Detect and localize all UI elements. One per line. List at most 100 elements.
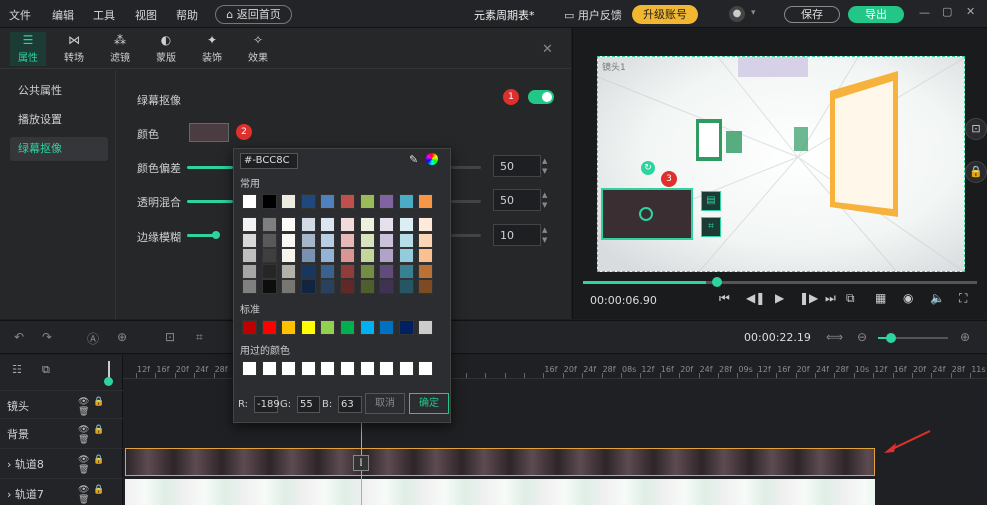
shade-color-swatch[interactable] [340, 232, 355, 248]
volume-icon[interactable]: 🔈 [930, 291, 945, 305]
hex-input[interactable]: #-BCC8C [240, 153, 298, 169]
menu-edit[interactable]: 编辑 [52, 7, 74, 23]
track-settings-icon[interactable]: ☷ [12, 363, 22, 376]
menu-view[interactable]: 视图 [135, 7, 157, 23]
zoom-in-icon[interactable]: ⊕ [960, 330, 970, 344]
common-color-swatch[interactable] [418, 194, 434, 209]
tab-transition[interactable]: ⋈ 转场 [56, 32, 92, 66]
standard-color-swatch[interactable] [418, 320, 434, 335]
shade-color-swatch[interactable] [418, 263, 434, 279]
color-wheel-icon[interactable] [426, 153, 438, 165]
shade-color-swatch[interactable] [281, 263, 297, 279]
shade-color-swatch[interactable] [418, 217, 434, 232]
shade-color-swatch[interactable] [281, 232, 297, 248]
menu-file[interactable]: 文件 [9, 7, 31, 23]
common-color-swatch[interactable] [242, 194, 257, 209]
blend-value[interactable]: 50 [493, 189, 541, 211]
rotate-icon[interactable]: ↻ [641, 161, 655, 175]
feedback-button[interactable]: ▭ 用户反馈 [564, 7, 622, 23]
recent-color-swatch[interactable] [418, 361, 434, 376]
edge-slider-knob[interactable] [212, 231, 220, 239]
expand-icon[interactable]: › [7, 488, 15, 501]
shade-color-swatch[interactable] [261, 232, 277, 248]
blend-slider[interactable] [187, 200, 233, 203]
shade-color-swatch[interactable] [320, 263, 336, 279]
menu-help[interactable]: 帮助 [176, 7, 198, 23]
common-color-swatch[interactable] [320, 194, 336, 209]
shade-color-swatch[interactable] [300, 232, 316, 248]
shade-color-swatch[interactable] [340, 217, 355, 232]
shade-color-swatch[interactable] [281, 248, 297, 263]
standard-color-swatch[interactable] [300, 320, 316, 335]
shade-color-swatch[interactable] [242, 263, 257, 279]
shade-color-swatch[interactable] [379, 279, 395, 294]
common-color-swatch[interactable] [379, 194, 395, 209]
common-color-swatch[interactable] [398, 194, 414, 209]
offset-value[interactable]: 50 [493, 155, 541, 177]
standard-color-swatch[interactable] [261, 320, 277, 335]
close-window-icon[interactable]: ✕ [966, 5, 975, 18]
shade-color-swatch[interactable] [398, 248, 414, 263]
shade-color-swatch[interactable] [359, 217, 375, 232]
shade-color-swatch[interactable] [300, 217, 316, 232]
minimize-icon[interactable]: — [919, 6, 930, 19]
recent-color-swatch[interactable] [340, 361, 355, 376]
fit-icon[interactable]: ⊡ [165, 330, 175, 344]
standard-color-swatch[interactable] [340, 320, 355, 335]
color-swatch[interactable] [189, 123, 229, 142]
recent-color-swatch[interactable] [261, 361, 277, 376]
edge-stepper[interactable]: ▲ ▼ [542, 225, 552, 245]
standard-color-swatch[interactable] [359, 320, 375, 335]
shade-color-swatch[interactable] [320, 217, 336, 232]
lock-icon[interactable]: 🔒 [965, 161, 987, 183]
export-button[interactable]: 导出 [848, 6, 904, 23]
add-track-icon[interactable]: ⧉ [42, 363, 50, 377]
shade-color-swatch[interactable] [398, 232, 414, 248]
close-icon[interactable]: ✕ [542, 42, 553, 57]
next-frame-icon[interactable]: ⏭ [825, 291, 836, 306]
shade-color-swatch[interactable] [359, 248, 375, 263]
shade-color-swatch[interactable] [340, 279, 355, 294]
scrubber-knob[interactable] [712, 277, 722, 287]
snapshot-icon[interactable]: ◉ [903, 291, 913, 305]
zoom-out-icon[interactable]: ⊖ [857, 330, 867, 344]
shade-color-swatch[interactable] [398, 263, 414, 279]
shade-color-swatch[interactable] [320, 232, 336, 248]
recent-color-swatch[interactable] [398, 361, 414, 376]
shade-color-swatch[interactable] [418, 248, 434, 263]
shade-color-swatch[interactable] [300, 263, 316, 279]
common-color-swatch[interactable] [261, 194, 277, 209]
shade-color-swatch[interactable] [379, 248, 395, 263]
common-color-swatch[interactable] [340, 194, 355, 209]
zoom-slider[interactable] [878, 333, 948, 343]
split-icon[interactable]: ⫿ [353, 455, 369, 471]
chroma-toggle[interactable] [528, 90, 554, 104]
home-button[interactable]: ⌂ 返回首页 [215, 5, 292, 24]
upgrade-button[interactable]: 升级账号 [632, 5, 698, 24]
shade-color-swatch[interactable] [261, 263, 277, 279]
track-height-knob[interactable] [104, 377, 113, 386]
track-controls[interactable]: 👁🔒🗑 [78, 425, 123, 445]
expand-icon[interactable]: › [7, 458, 15, 471]
recent-color-swatch[interactable] [359, 361, 375, 376]
shade-color-swatch[interactable] [418, 232, 434, 248]
shade-color-swatch[interactable] [359, 232, 375, 248]
recent-color-swatch[interactable] [242, 361, 257, 376]
shade-color-swatch[interactable] [242, 248, 257, 263]
shade-color-swatch[interactable] [320, 279, 336, 294]
shade-color-swatch[interactable] [281, 217, 297, 232]
selected-element[interactable] [601, 188, 693, 240]
shade-color-swatch[interactable] [340, 263, 355, 279]
target-icon[interactable]: ⊕ [117, 330, 127, 344]
crop-icon[interactable]: ⌗ [701, 217, 721, 237]
step-forward-icon[interactable]: ❚▶ [799, 291, 818, 305]
fit-timeline-icon[interactable]: ⟺ [826, 330, 843, 344]
ok-button[interactable]: 确定 [409, 393, 449, 414]
save-button[interactable]: 保存 [784, 6, 840, 23]
preview-scrubber[interactable] [583, 277, 977, 287]
shade-color-swatch[interactable] [379, 263, 395, 279]
b-input[interactable]: 63 [338, 396, 362, 413]
standard-color-swatch[interactable] [320, 320, 336, 335]
crop-tool-icon[interactable]: ⌗ [196, 330, 203, 345]
recent-color-swatch[interactable] [379, 361, 395, 376]
